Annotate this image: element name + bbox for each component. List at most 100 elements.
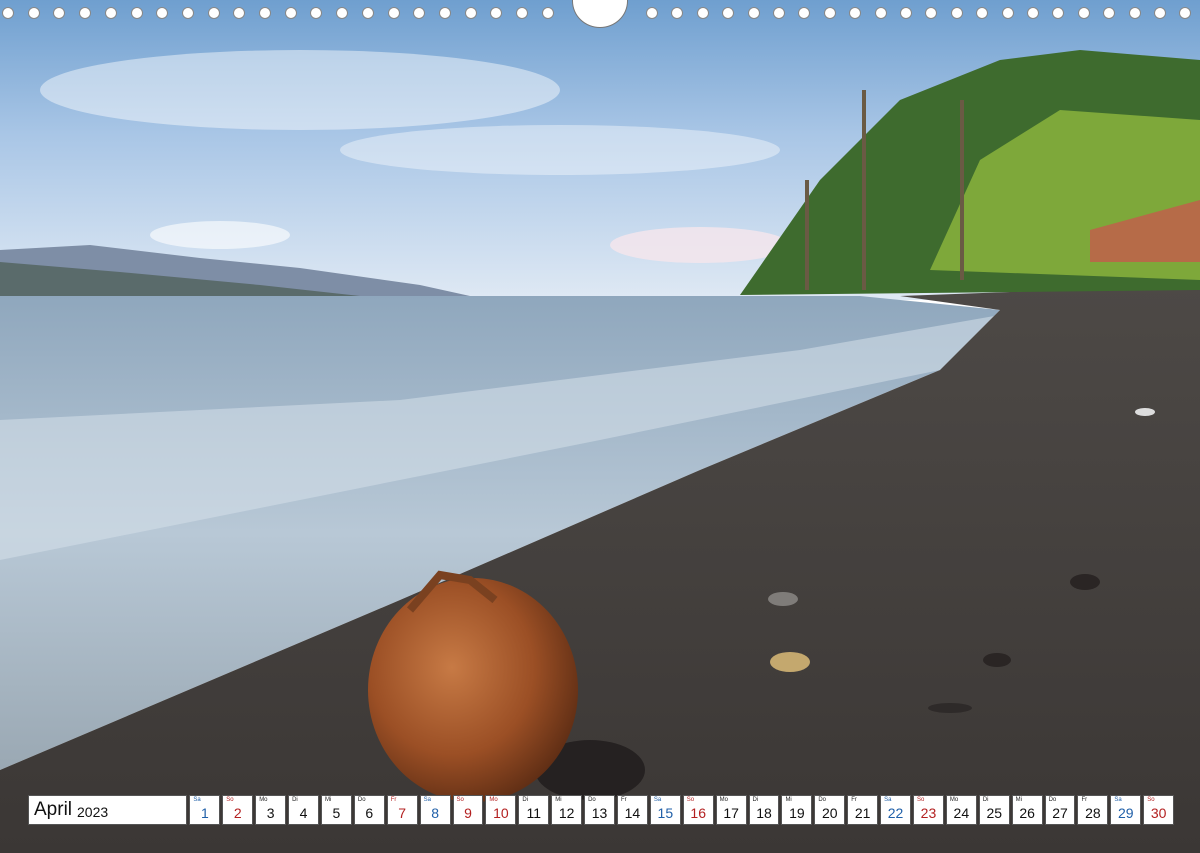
day-number: 5 bbox=[332, 805, 341, 821]
calendar-day: Sa 8 bbox=[419, 795, 451, 825]
weekday-label: So bbox=[686, 797, 695, 803]
weekday-label: Sa bbox=[193, 797, 201, 803]
weekday-label: So bbox=[917, 797, 925, 803]
calendar-month-label: April 2023 bbox=[28, 795, 188, 825]
binding-hole bbox=[925, 7, 938, 19]
weekday-label: So bbox=[456, 797, 464, 803]
weekday-label: Mo bbox=[259, 797, 268, 803]
binding-hole bbox=[1179, 7, 1192, 19]
weekday-label: Sa bbox=[423, 797, 431, 803]
binding-hole bbox=[1103, 7, 1116, 19]
binding-hole bbox=[849, 7, 862, 19]
binding-hole bbox=[413, 7, 426, 19]
binding-hole bbox=[53, 7, 66, 19]
day-number: 18 bbox=[756, 805, 772, 821]
binding-hole bbox=[387, 7, 400, 19]
binding-hole bbox=[1052, 7, 1065, 19]
calendar-day: Mi 19 bbox=[781, 795, 813, 825]
binding-hole bbox=[900, 7, 912, 19]
day-number: 19 bbox=[789, 805, 805, 821]
calendar-day: Di 18 bbox=[748, 795, 780, 825]
binding-hole bbox=[310, 7, 323, 19]
hanger-cutout bbox=[572, 0, 628, 28]
calendar-day: So 30 bbox=[1143, 795, 1175, 825]
weekday-label: Do bbox=[1048, 797, 1057, 803]
calendar-day: Di 11 bbox=[518, 795, 550, 825]
day-number: 28 bbox=[1085, 805, 1101, 821]
day-number: 7 bbox=[398, 805, 407, 821]
binding-hole bbox=[696, 7, 709, 19]
day-number: 15 bbox=[657, 805, 674, 821]
calendar-day: Fr 7 bbox=[386, 795, 418, 825]
calendar-strip: April 2023 Sa 1 So 2 Mo 3 Di 4 Mi 5 Do 6 Fr 7 Sa 8 So 9 Mo… bbox=[28, 795, 1175, 825]
binding-hole bbox=[438, 7, 451, 19]
binding-hole bbox=[1128, 7, 1141, 19]
binding-hole bbox=[950, 7, 963, 19]
binding-hole bbox=[130, 7, 143, 19]
binding-hole bbox=[490, 7, 503, 19]
day-number: 29 bbox=[1118, 805, 1134, 821]
day-number: 11 bbox=[526, 805, 542, 821]
weekday-label: Mo bbox=[949, 797, 959, 803]
calendar-day: Mo 24 bbox=[945, 795, 977, 825]
weekday-label: Sa bbox=[884, 797, 892, 803]
day-number: 23 bbox=[920, 805, 937, 821]
binding-hole bbox=[233, 7, 246, 19]
weekday-label: Fr bbox=[390, 797, 397, 803]
binding-hole bbox=[874, 7, 887, 19]
binding-hole bbox=[976, 7, 989, 19]
binding-hole bbox=[1027, 7, 1039, 19]
day-number: 13 bbox=[591, 805, 608, 821]
weekday-label: Mi bbox=[1015, 797, 1023, 803]
day-number: 9 bbox=[464, 805, 472, 821]
day-number: 21 bbox=[854, 805, 871, 821]
day-number: 14 bbox=[624, 805, 641, 821]
binding-hole bbox=[259, 7, 271, 19]
weekday-label: Di bbox=[292, 797, 298, 803]
calendar-day: Di 4 bbox=[288, 795, 319, 825]
weekday-label: Sa bbox=[1114, 797, 1122, 803]
weekday-label: Fr bbox=[851, 797, 857, 803]
calendar-day: Mi 5 bbox=[320, 795, 352, 825]
weekday-label: Do bbox=[588, 797, 596, 803]
day-number: 16 bbox=[690, 805, 706, 821]
day-number: 12 bbox=[558, 805, 575, 821]
day-number: 1 bbox=[200, 805, 209, 821]
day-number: 30 bbox=[1150, 805, 1167, 821]
binding-hole bbox=[1077, 7, 1090, 19]
calendar-day: Mi 12 bbox=[551, 795, 583, 825]
binding-hole bbox=[181, 7, 194, 19]
calendar-day: Sa 1 bbox=[189, 795, 221, 825]
binding-hole bbox=[722, 7, 735, 19]
day-number: 3 bbox=[266, 805, 275, 821]
calendar-day: Do 27 bbox=[1044, 795, 1076, 825]
binding-hole bbox=[79, 7, 92, 19]
calendar-day: So 16 bbox=[682, 795, 714, 825]
binding-hole bbox=[646, 7, 658, 19]
binding-hole bbox=[747, 7, 760, 19]
binding-hole bbox=[104, 7, 117, 19]
day-number: 20 bbox=[821, 805, 838, 821]
day-number: 25 bbox=[986, 805, 1003, 821]
day-number: 17 bbox=[723, 805, 739, 821]
binding-hole bbox=[464, 7, 477, 19]
weekday-label: Mi bbox=[324, 797, 332, 803]
binding-hole bbox=[671, 7, 684, 19]
calendar-day: Do 6 bbox=[353, 795, 385, 825]
weekday-label: Mi bbox=[555, 797, 562, 803]
year: 2023 bbox=[77, 803, 109, 820]
binding-holes bbox=[0, 0, 1200, 30]
binding-hole bbox=[336, 7, 349, 19]
weekday-label: So bbox=[226, 797, 234, 803]
calendar-day: Mo 17 bbox=[715, 795, 747, 825]
weekday-label: So bbox=[1147, 797, 1155, 803]
calendar-day: Di 25 bbox=[978, 795, 1010, 825]
calendar-day: Sa 29 bbox=[1110, 795, 1142, 825]
binding-hole bbox=[156, 7, 169, 19]
calendar-day: Fr 14 bbox=[616, 795, 648, 825]
day-number: 4 bbox=[299, 805, 308, 821]
day-number: 8 bbox=[431, 805, 439, 821]
day-number: 27 bbox=[1052, 805, 1068, 821]
binding-hole bbox=[2, 7, 14, 19]
day-number: 2 bbox=[233, 805, 242, 821]
